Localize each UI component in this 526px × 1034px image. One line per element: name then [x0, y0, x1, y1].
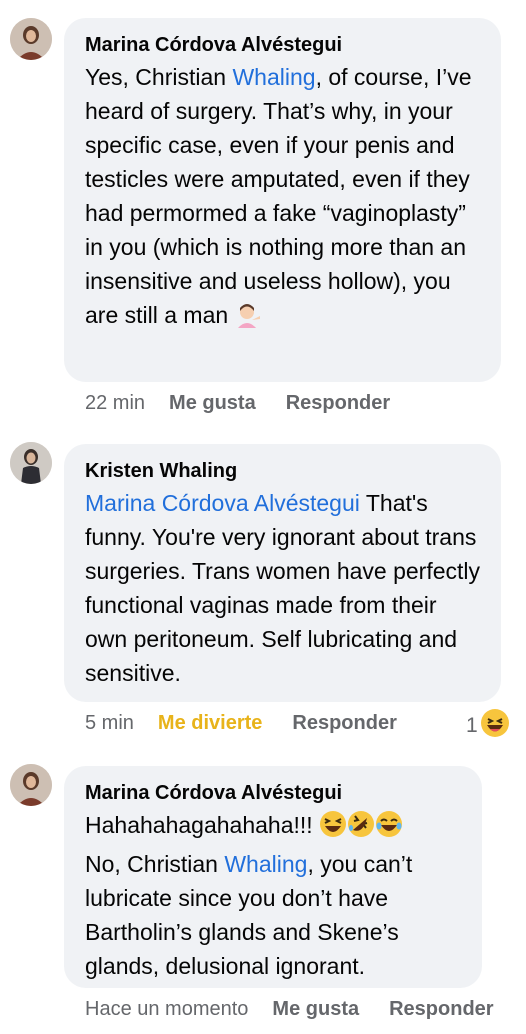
grinning-squinting-emoji [319, 810, 347, 847]
like-button[interactable]: Me gusta [272, 998, 359, 1021]
comment-bubble: Marina Córdova Alvéstegui Hahahahagahaha… [64, 766, 482, 988]
mention-link[interactable]: Whaling [232, 64, 315, 90]
comment-text: Marina Córdova Alvéstegui That's funny. … [85, 490, 481, 686]
avatar-marina[interactable] [10, 18, 52, 60]
mention-link[interactable]: Marina Córdova Alvéstegui [85, 490, 360, 516]
comment-actions: 5 min Me divierte Responder [85, 712, 427, 735]
tears-of-joy-emoji [375, 810, 403, 847]
haha-reaction-icon [480, 708, 510, 744]
comment-text: Yes, Christian Whaling, of course, I’ve … [85, 60, 481, 337]
comment-author[interactable]: Marina Córdova Alvéstegui [85, 32, 481, 58]
avatar-kristen[interactable] [10, 442, 52, 484]
comment-actions: Hace un momento Me gusta Responder [85, 998, 524, 1021]
comment-time[interactable]: Hace un momento [85, 998, 248, 1021]
rolling-laughing-emoji [347, 810, 375, 847]
comment-bubble: Marina Córdova Alvéstegui Yes, Christian… [64, 18, 501, 382]
person-tipping-hand-emoji [235, 302, 261, 337]
reply-button[interactable]: Responder [389, 998, 493, 1021]
comment-text: Hahahahagahahaha!!! No, Christian Whalin… [85, 810, 413, 979]
comment-author[interactable]: Marina Córdova Alvéstegui [85, 780, 462, 806]
mention-link[interactable]: Whaling [224, 851, 307, 877]
comment-time[interactable]: 5 min [85, 712, 134, 735]
comment-actions: 22 min Me gusta Responder [85, 392, 420, 415]
comment-author[interactable]: Kristen Whaling [85, 458, 481, 484]
reaction-count: 1 [466, 714, 478, 737]
like-button[interactable]: Me gusta [169, 392, 256, 415]
reply-button[interactable]: Responder [286, 392, 390, 415]
comment-bubble: Kristen Whaling Marina Córdova Alvéstegu… [64, 444, 501, 702]
like-button[interactable]: Me divierte [158, 712, 262, 735]
avatar-marina[interactable] [10, 764, 52, 806]
reaction-summary[interactable]: 1 [466, 708, 510, 744]
comment-time[interactable]: 22 min [85, 392, 145, 415]
reply-button[interactable]: Responder [292, 712, 396, 735]
